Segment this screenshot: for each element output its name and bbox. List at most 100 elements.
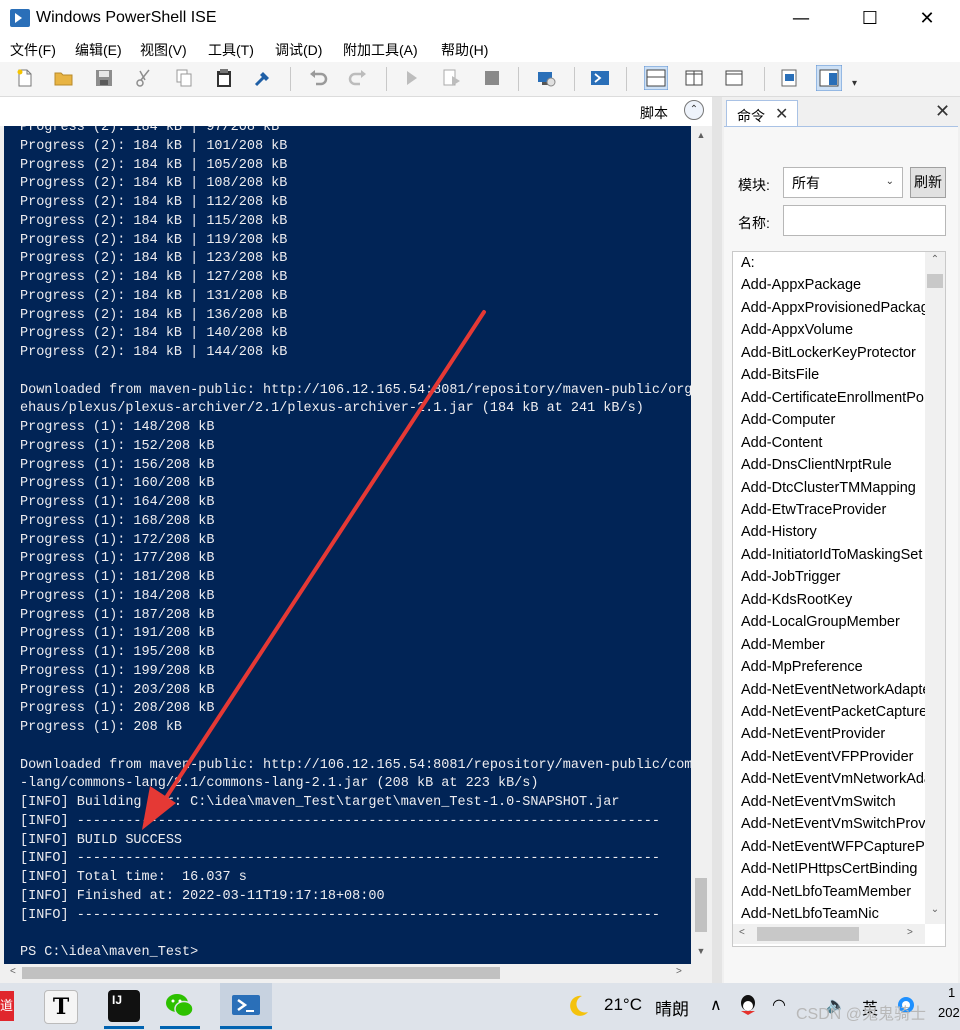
command-list-item[interactable]: Add-KdsRootKey [741,592,852,608]
save-icon[interactable] [94,68,114,88]
scroll-up-icon[interactable]: ⌃ [925,254,945,265]
script-maximized-icon[interactable] [724,68,744,88]
command-list-item[interactable]: Add-Computer [741,412,835,428]
minimize-button[interactable]: — [778,0,824,38]
command-list-item[interactable]: Add-CertificateEnrollmentPolicyServer [741,390,945,406]
command-list-item[interactable]: Add-NetEventWFPCaptureProvider [741,839,945,855]
scroll-left-icon[interactable]: < [10,966,16,977]
close-button[interactable]: ✕ [904,0,950,38]
moon-icon[interactable] [568,994,590,1018]
show-script-right-icon[interactable] [684,68,704,88]
command-list-item[interactable]: Add-DnsClientNrptRule [741,457,892,473]
new-file-icon[interactable] [15,68,35,88]
undo-icon[interactable] [308,68,328,88]
menu-debug[interactable]: 调试(D) [275,40,322,60]
copy-icon[interactable] [174,68,194,88]
command-list-item[interactable]: Add-NetIPHttpsCertBinding [741,861,918,877]
command-list-item[interactable]: Add-NetLbfoTeamMember [741,884,911,900]
cut-icon[interactable] [134,68,154,88]
command-list-item[interactable]: Add-NetEventVmNetworkAdapter [741,771,945,787]
powershell-ise-icon[interactable] [230,990,262,1022]
scroll-down-icon[interactable]: ⌄ [925,904,945,915]
menu-edit[interactable]: 编辑(E) [75,40,122,60]
command-list-item[interactable]: Add-InitiatorIdToMaskingSet [741,547,922,563]
typora-icon[interactable]: T [44,990,78,1024]
redo-icon[interactable] [348,68,368,88]
clock-date[interactable]: 202 [938,1005,960,1020]
maximize-button[interactable]: ☐ [847,0,893,38]
command-list-item[interactable]: Add-NetEventPacketCaptureProvider [741,704,945,720]
scrollbar-thumb[interactable] [757,927,859,941]
scroll-left-icon[interactable]: < [739,927,745,938]
qq-icon[interactable] [738,993,758,1017]
scrollbar-thumb[interactable] [927,274,943,288]
network-icon[interactable]: ◠ [772,995,786,1014]
command-list-item[interactable]: Add-NetEventProvider [741,726,885,742]
scrollbar-thumb[interactable] [22,967,500,979]
command-list-item[interactable]: A: [741,255,755,271]
command-list-horizontal-scrollbar[interactable]: < > [733,924,925,944]
scrollbar-thumb[interactable] [695,878,707,932]
menu-help[interactable]: 帮助(H) [441,40,488,60]
scroll-down-icon[interactable]: ▼ [692,946,710,956]
tab-commands[interactable]: 命令 ✕ [726,100,798,127]
refresh-button[interactable]: 刷新 [910,167,946,198]
weather-temperature[interactable]: 21°C [604,995,642,1015]
menu-tools[interactable]: 工具(T) [208,40,254,60]
command-list-item[interactable]: Add-NetEventNetworkAdapter [741,682,935,698]
command-list-item[interactable]: Add-AppxVolume [741,322,853,338]
console-vertical-scrollbar[interactable]: ▲ ▼ [692,126,710,964]
chevron-up-icon[interactable]: ∧ [710,995,722,1014]
menu-view[interactable]: 视图(V) [140,40,187,60]
command-list-vertical-scrollbar[interactable]: ⌃ ⌄ [925,252,945,924]
command-list[interactable]: A: Add-AppxPackage Add-AppxProvisionedPack… [732,251,946,947]
panel-close-icon[interactable]: ✕ [935,101,950,122]
clock-time[interactable]: 1 [948,985,955,1000]
command-list-item[interactable]: Add-NetEventVmSwitch [741,794,896,810]
command-list-item[interactable]: Add-NetLbfoTeamNic [741,906,879,922]
console-horizontal-scrollbar[interactable]: < > [4,964,691,982]
scroll-up-icon[interactable]: ▲ [692,130,710,140]
command-list-item[interactable]: Add-LocalGroupMember [741,614,900,630]
command-list-item[interactable]: Add-EtwTraceProvider [741,502,886,518]
console-line: [INFO] Finished at: 2022-03-11T19:17:18+… [20,888,385,904]
show-commands-addon-icon[interactable] [780,68,800,88]
run-icon[interactable] [402,68,422,88]
menu-addons[interactable]: 附加工具(A) [343,40,418,60]
command-list-item[interactable]: Add-DtcClusterTMMapping [741,480,916,496]
powershell-icon[interactable] [590,68,610,88]
show-script-pane-icon[interactable] [816,65,842,91]
toolbar-overflow-icon[interactable]: ▾ [852,78,857,89]
command-list-item[interactable]: Add-NetEventVmSwitchProvider [741,816,945,832]
command-list-item[interactable]: Add-MpPreference [741,659,863,675]
command-list-item[interactable]: Add-Member [741,637,825,653]
run-selection-icon[interactable] [442,68,462,88]
command-list-item[interactable]: Add-BitLockerKeyProtector [741,345,916,361]
console-pane[interactable]: Progress (2): 184 kB | 97/208 kB Progress… [4,126,691,964]
command-list-item[interactable]: Add-NetEventVFPProvider [741,749,913,765]
wechat-icon[interactable] [164,990,196,1022]
stop-icon[interactable] [482,68,502,88]
weather-condition[interactable]: 晴朗 [655,995,689,1020]
name-input[interactable] [783,205,946,236]
scroll-right-icon[interactable]: > [907,927,913,938]
chevron-up-icon[interactable]: ⌃ [684,100,704,120]
tab-close-icon[interactable]: ✕ [775,104,788,123]
clear-console-icon[interactable] [253,68,273,88]
command-list-item[interactable]: Add-BitsFile [741,367,819,383]
command-list-item[interactable]: Add-Content [741,435,822,451]
command-list-item[interactable]: Add-JobTrigger [741,569,840,585]
pinned-app-partial[interactable]: 道 [0,991,14,1021]
intellij-idea-icon[interactable]: IJ [108,990,140,1022]
menu-file[interactable]: 文件(F) [10,40,56,60]
command-list-item[interactable]: Add-AppxPackage [741,277,861,293]
open-folder-icon[interactable] [54,68,74,88]
remote-powershell-icon[interactable] [536,68,556,88]
command-list-item[interactable]: Add-AppxProvisionedPackage [741,300,937,316]
module-select[interactable]: 所有 ⌄ [783,167,903,198]
show-script-top-icon[interactable] [644,66,668,90]
paste-icon[interactable] [214,68,234,88]
pane-splitter[interactable] [712,97,722,983]
scroll-right-icon[interactable]: > [676,966,682,977]
command-list-item[interactable]: Add-History [741,524,817,540]
